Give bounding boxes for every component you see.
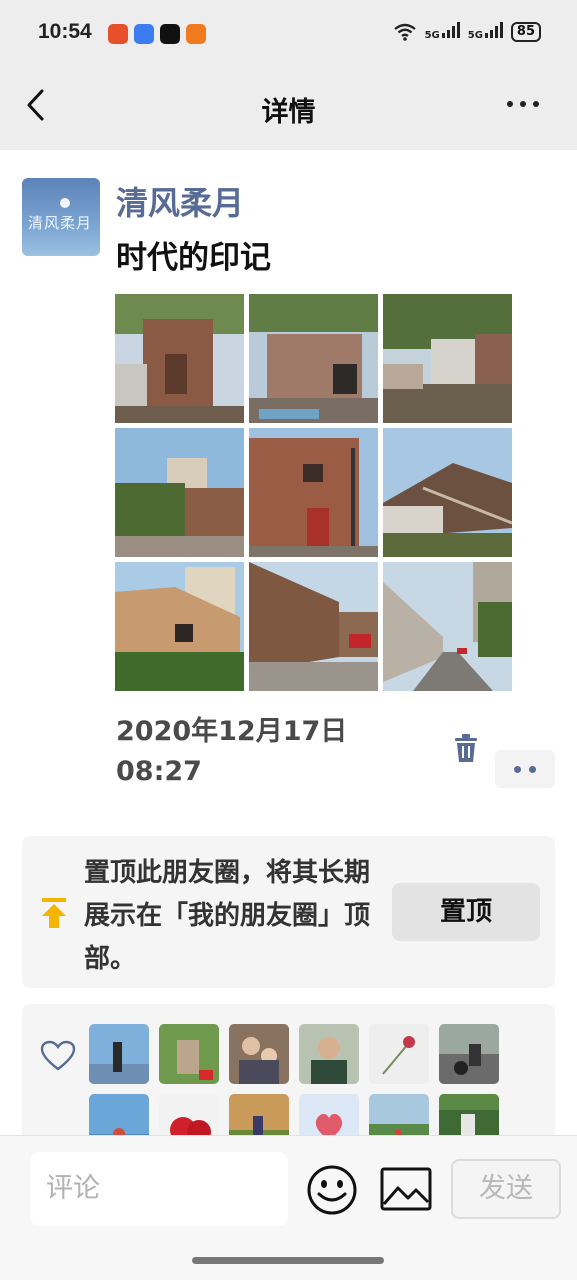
- heart-icon: [40, 1040, 76, 1071]
- status-bar: 10:54 5G 5G 85: [0, 0, 577, 70]
- signal-1: 5G: [425, 22, 460, 42]
- liker-avatar[interactable]: [229, 1024, 289, 1084]
- ellipsis-icon: [507, 101, 513, 107]
- signal-bars-icon: [484, 22, 503, 38]
- more-options-button[interactable]: [507, 94, 547, 114]
- network-type-label: 5G: [467, 30, 483, 41]
- post-text: 时代的印记: [116, 240, 271, 276]
- tiktok-notification-icon: [160, 24, 180, 44]
- message-notification-icon: [134, 24, 154, 44]
- comment-bar: 评论 发送: [0, 1135, 577, 1280]
- pin-button[interactable]: 置顶: [392, 883, 540, 941]
- post-clock: 08:27: [116, 756, 202, 787]
- nav-bar: 详情: [0, 70, 577, 150]
- photo-8[interactable]: [249, 562, 378, 691]
- notification-icons: [108, 24, 206, 44]
- delete-button[interactable]: [452, 734, 480, 764]
- pin-card: 置顶此朋友圈，将其长期展示在「我的朋友圈」顶部。 置顶: [22, 836, 555, 988]
- post-date: 2020年12月17日: [116, 716, 348, 747]
- photo-grid: [115, 294, 513, 692]
- photo-9[interactable]: [383, 562, 512, 691]
- photo-7[interactable]: [115, 562, 244, 691]
- photo-2[interactable]: [249, 294, 378, 423]
- photo-4[interactable]: [115, 428, 244, 557]
- home-indicator[interactable]: [192, 1257, 384, 1264]
- dots-icon: [514, 765, 521, 773]
- status-indicators: 5G 5G 85: [393, 22, 541, 42]
- status-time: 10:54: [38, 20, 92, 43]
- trash-icon: [455, 734, 477, 762]
- signal-2: 5G: [468, 22, 503, 42]
- photo-3[interactable]: [383, 294, 512, 423]
- liker-avatar[interactable]: [439, 1024, 499, 1084]
- author-avatar[interactable]: 清风柔月: [22, 178, 100, 256]
- liker-avatar[interactable]: [89, 1024, 149, 1084]
- liker-avatar[interactable]: [369, 1024, 429, 1084]
- send-button[interactable]: 发送: [451, 1159, 561, 1219]
- moon-icon: [60, 198, 70, 208]
- battery-indicator: 85: [510, 22, 541, 42]
- post-actions-button[interactable]: [495, 750, 555, 788]
- smiley-icon[interactable]: [306, 1164, 358, 1216]
- photo-6[interactable]: [383, 428, 512, 557]
- network-type-label: 5G: [424, 30, 440, 41]
- pin-description: 置顶此朋友圈，将其长期展示在「我的朋友圈」顶部。: [84, 858, 371, 974]
- comment-input[interactable]: 评论: [30, 1152, 288, 1226]
- avatar-text: 清风柔月: [28, 214, 93, 232]
- pin-to-top-icon: [42, 898, 66, 928]
- liker-avatar[interactable]: [159, 1024, 219, 1084]
- image-icon[interactable]: [380, 1166, 432, 1212]
- author-name[interactable]: 清风柔月: [116, 178, 244, 224]
- photo-5[interactable]: [249, 428, 378, 557]
- page-title: 详情: [261, 97, 316, 128]
- signal-bars-icon: [441, 22, 460, 38]
- liker-avatar[interactable]: [299, 1024, 359, 1084]
- photo-1[interactable]: [115, 294, 244, 423]
- shop-notification-icon: [186, 24, 206, 44]
- post-timestamp: 2020年12月17日 08:27: [116, 712, 416, 792]
- wifi-icon: [393, 23, 416, 41]
- app-notification-icon: [108, 24, 128, 44]
